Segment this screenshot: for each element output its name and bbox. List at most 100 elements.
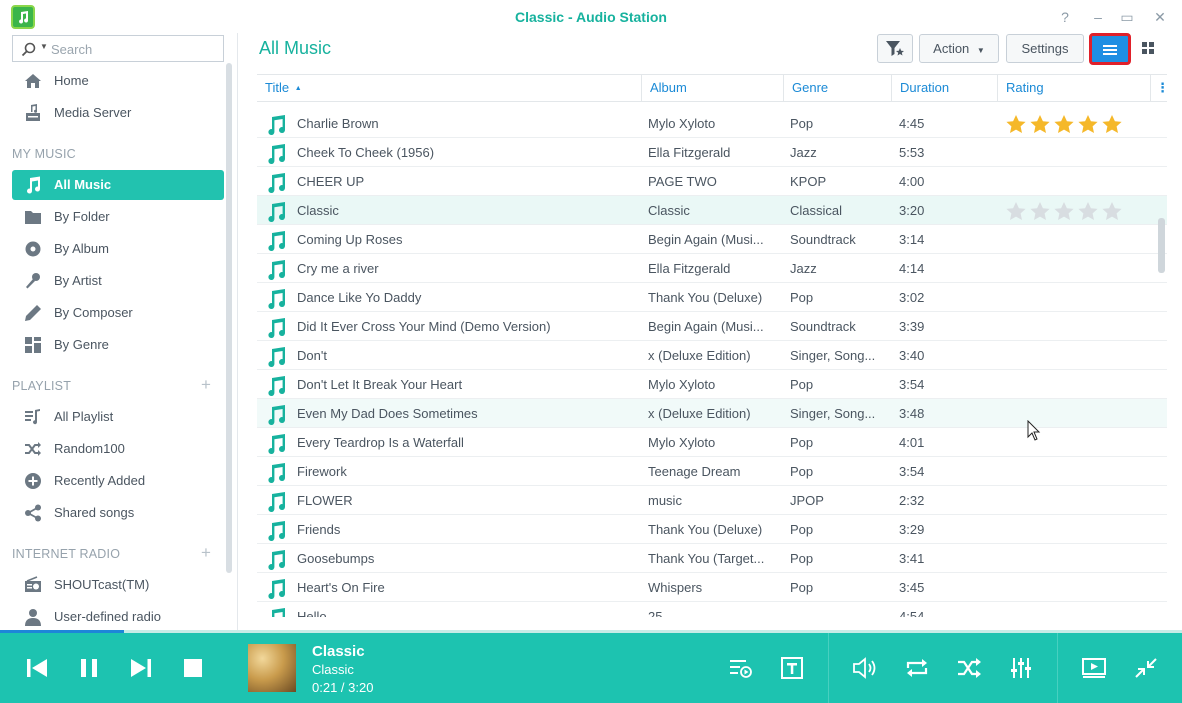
sidebar-item-user-defined-radio[interactable]: User-defined radio xyxy=(12,602,224,630)
song-title: FLOWER xyxy=(297,493,353,508)
sidebar-item-label: By Folder xyxy=(54,209,110,224)
song-genre: Pop xyxy=(790,522,814,537)
title-bar: Classic - Audio Station ? – ▭ ✕ xyxy=(0,0,1182,33)
filter-star-icon xyxy=(886,41,904,56)
list-view-icon xyxy=(1103,45,1117,55)
equalizer-icon[interactable] xyxy=(1006,654,1036,682)
table-row[interactable]: Firework Teenage Dream Pop 3:54 xyxy=(257,457,1167,486)
volume-icon[interactable] xyxy=(850,654,880,682)
table-row[interactable]: FLOWER music JPOP 2:32 xyxy=(257,486,1167,515)
table-row[interactable]: Cheek To Cheek (1956) Ella Fitzgerald Jazz… xyxy=(257,138,1167,167)
table-row[interactable]: Coming Up Roses Begin Again (Musi... Sound… xyxy=(257,225,1167,254)
sidebar-item-recently-added[interactable]: Recently Added xyxy=(12,466,224,496)
star-filled-icon[interactable] xyxy=(1101,114,1123,134)
sidebar-item-random100[interactable]: Random100 xyxy=(12,434,224,464)
table-row[interactable]: Hello 25 4:54 xyxy=(257,602,1167,617)
previous-icon[interactable] xyxy=(22,654,52,682)
search-box[interactable]: ▼ xyxy=(12,35,224,62)
list-view-button[interactable] xyxy=(1089,33,1131,65)
sidebar-item-by-composer[interactable]: By Composer xyxy=(12,298,224,328)
pause-icon[interactable] xyxy=(74,654,104,682)
song-title: Hello xyxy=(297,609,327,617)
search-options-caret-icon[interactable]: ▼ xyxy=(40,42,48,51)
sidebar-item-shared-songs[interactable]: Shared songs xyxy=(12,498,224,528)
column-header-rating[interactable]: Rating xyxy=(998,75,1151,101)
next-icon[interactable] xyxy=(126,654,156,682)
table-row[interactable]: Dance Like Yo Daddy Thank You (Deluxe) Pop… xyxy=(257,283,1167,312)
sidebar-scrollbar[interactable] xyxy=(226,63,232,573)
search-input[interactable] xyxy=(51,40,216,58)
close-icon[interactable]: ✕ xyxy=(1150,7,1170,27)
maximize-icon[interactable]: ▭ xyxy=(1117,7,1137,27)
sidebar-item-by-artist[interactable]: By Artist xyxy=(12,266,224,296)
table-row[interactable]: Goosebumps Thank You (Target... Pop 3:41 xyxy=(257,544,1167,573)
song-title: Friends xyxy=(297,522,341,537)
music-note-icon xyxy=(265,201,287,226)
sidebar-item-by-album[interactable]: By Album xyxy=(12,234,224,264)
shuffle-icon[interactable] xyxy=(954,654,984,682)
stop-icon[interactable] xyxy=(178,654,208,682)
mini-player-icon[interactable] xyxy=(1131,654,1161,682)
action-button[interactable]: Action ▼ xyxy=(919,34,999,63)
table-row[interactable]: Did It Ever Cross Your Mind (Demo Versio… xyxy=(257,312,1167,341)
music-note-icon xyxy=(265,433,287,458)
sidebar-item-shoutcast[interactable]: SHOUTcast(TM) xyxy=(12,570,224,600)
lyrics-icon[interactable] xyxy=(777,654,807,682)
star-filled-icon[interactable] xyxy=(1053,114,1075,134)
star-empty-icon[interactable] xyxy=(1077,201,1099,221)
add-radio-button[interactable]: + xyxy=(201,543,211,563)
sidebar-item-all-music[interactable]: All Music xyxy=(12,170,224,200)
sidebar-item-home[interactable]: Home xyxy=(12,66,224,96)
star-empty-icon[interactable] xyxy=(1053,201,1075,221)
table-scrollbar[interactable] xyxy=(1158,218,1165,273)
song-duration: 4:45 xyxy=(899,116,925,131)
song-duration: 3:40 xyxy=(899,348,925,363)
table-row[interactable]: Don't Let It Break Your Heart Mylo Xyloto… xyxy=(257,370,1167,399)
mouse-cursor-icon xyxy=(1027,420,1041,441)
song-genre: Singer, Song... xyxy=(790,406,876,421)
song-duration: 3:41 xyxy=(899,551,925,566)
song-title: Goosebumps xyxy=(297,551,375,566)
repeat-icon[interactable] xyxy=(902,654,932,682)
music-note-icon xyxy=(265,288,287,313)
sidebar-item-by-genre[interactable]: By Genre xyxy=(12,330,224,360)
sidebar-item-by-folder[interactable]: By Folder xyxy=(12,202,224,232)
table-row[interactable]: Charlie Brown Mylo Xyloto Pop 4:45 xyxy=(257,109,1167,138)
song-album: x (Deluxe Edition) xyxy=(648,406,751,421)
table-row[interactable]: Classic Classic Classical 3:20 xyxy=(257,196,1167,225)
column-header-genre[interactable]: Genre xyxy=(784,75,892,101)
filter-button[interactable] xyxy=(877,34,913,63)
column-header-duration[interactable]: Duration xyxy=(892,75,998,101)
column-header-title[interactable]: Title ▲ xyxy=(257,75,642,101)
table-row[interactable]: Heart's On Fire Whispers Pop 3:45 xyxy=(257,573,1167,602)
star-filled-icon[interactable] xyxy=(1005,114,1027,134)
add-playlist-button[interactable]: + xyxy=(201,375,211,395)
action-button-label: Action xyxy=(933,41,970,56)
column-options-icon[interactable]: ⋮ xyxy=(1151,75,1169,101)
table-row[interactable]: Cry me a river Ella Fitzgerald Jazz 4:14 xyxy=(257,254,1167,283)
star-filled-icon[interactable] xyxy=(1077,114,1099,134)
column-header-album[interactable]: Album xyxy=(642,75,784,101)
star-filled-icon[interactable] xyxy=(1029,114,1051,134)
table-row[interactable]: CHEER UP PAGE TWO KPOP 4:00 xyxy=(257,167,1167,196)
song-rating[interactable] xyxy=(1005,201,1165,224)
minimize-icon[interactable]: – xyxy=(1088,7,1108,27)
play-queue-icon[interactable] xyxy=(725,654,755,682)
star-empty-icon[interactable] xyxy=(1029,201,1051,221)
album-art[interactable] xyxy=(248,644,296,692)
output-device-icon[interactable] xyxy=(1079,654,1109,682)
sidebar-item-all-playlist[interactable]: All Playlist xyxy=(12,402,224,432)
song-title: Heart's On Fire xyxy=(297,580,385,595)
star-empty-icon[interactable] xyxy=(1005,201,1027,221)
grid-view-button[interactable] xyxy=(1136,34,1160,63)
music-note-icon xyxy=(265,259,287,284)
table-row[interactable]: Friends Thank You (Deluxe) Pop 3:29 xyxy=(257,515,1167,544)
sidebar-item-media-server[interactable]: Media Server xyxy=(12,98,224,128)
song-genre: Singer, Song... xyxy=(790,348,876,363)
table-row[interactable]: Don't x (Deluxe Edition) Singer, Song... 3:… xyxy=(257,341,1167,370)
help-icon[interactable]: ? xyxy=(1055,7,1075,27)
settings-button[interactable]: Settings xyxy=(1006,34,1084,63)
song-rating[interactable] xyxy=(1005,114,1165,137)
star-empty-icon[interactable] xyxy=(1101,201,1123,221)
song-album: Ella Fitzgerald xyxy=(648,145,731,160)
